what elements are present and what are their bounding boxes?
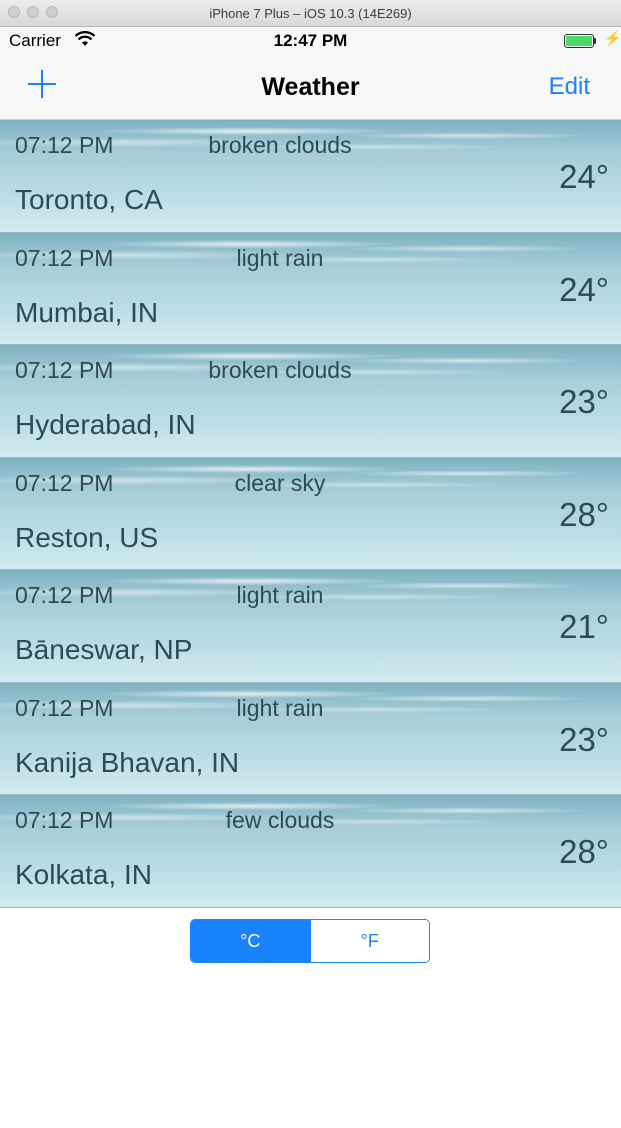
charging-bolt-icon: ⚡ <box>604 30 621 46</box>
temperature: 21° <box>559 608 609 645</box>
status-time: 12:47 PM <box>273 31 348 50</box>
city-name: Kolkata, IN <box>15 859 152 890</box>
temperature: 24° <box>559 158 609 195</box>
temperature: 23° <box>559 720 609 758</box>
local-time: 07:12 PM <box>15 469 114 496</box>
city-name: Toronto, CA <box>15 184 163 215</box>
unit-segmented-control: °C °F <box>190 919 430 963</box>
edit-button[interactable]: Edit <box>549 73 590 101</box>
temperature: 28° <box>559 833 609 870</box>
temperature: 28° <box>559 495 609 533</box>
local-time: 07:12 PM <box>15 694 114 721</box>
local-time: 07:12 PM <box>15 582 114 608</box>
weather-description: broken clouds <box>208 357 352 383</box>
weather-row[interactable]: 07:12 PM few clouds Kolkata, IN 28° <box>0 795 621 908</box>
status-bar: Carrier 12:47 PM ⚡ <box>0 27 621 57</box>
local-time: 07:12 PM <box>15 807 114 833</box>
weather-row[interactable]: 07:12 PM light rain Mumbai, IN 24° <box>0 232 621 345</box>
navigation-bar: Weather Edit <box>0 57 621 120</box>
city-name: Hyderabad, IN <box>15 409 196 440</box>
simulator-title-bar: iPhone 7 Plus – iOS 10.3 (14E269) <box>0 0 621 27</box>
temperature: 23° <box>559 383 609 420</box>
city-name: Bāneswar, NP <box>15 634 193 665</box>
weather-description: few clouds <box>225 807 335 833</box>
weather-row[interactable]: 07:12 PM light rain Bāneswar, NP 21° <box>0 570 621 683</box>
window-title: iPhone 7 Plus – iOS 10.3 (14E269) <box>209 6 412 21</box>
temperature: 24° <box>559 270 609 308</box>
local-time: 07:12 PM <box>15 357 114 383</box>
fahrenheit-segment[interactable]: °F <box>309 920 429 962</box>
local-time: 07:12 PM <box>15 244 114 271</box>
weather-description: clear sky <box>234 469 326 496</box>
page-title: Weather <box>261 73 360 101</box>
city-name: Mumbai, IN <box>15 296 159 328</box>
weather-row[interactable]: 07:12 PM clear sky Reston, US 28° <box>0 457 621 570</box>
weather-description: broken clouds <box>208 132 352 158</box>
weather-description: light rain <box>236 694 324 721</box>
weather-description: light rain <box>236 244 324 271</box>
weather-list[interactable]: 07:12 PM broken clouds Toronto, CA 24° 0… <box>0 120 621 908</box>
weather-description: light rain <box>236 582 324 608</box>
weather-row[interactable]: 07:12 PM broken clouds Hyderabad, IN 23° <box>0 345 621 458</box>
local-time: 07:12 PM <box>15 132 114 158</box>
celsius-segment[interactable]: °C <box>191 920 310 962</box>
city-name: Reston, US <box>15 521 159 553</box>
battery-icon <box>564 34 596 48</box>
weather-row[interactable]: 07:12 PM light rain Kanija Bhavan, IN 23… <box>0 682 621 795</box>
weather-row[interactable]: 07:12 PM broken clouds Toronto, CA 24° <box>0 120 621 233</box>
city-name: Kanija Bhavan, IN <box>15 746 240 778</box>
